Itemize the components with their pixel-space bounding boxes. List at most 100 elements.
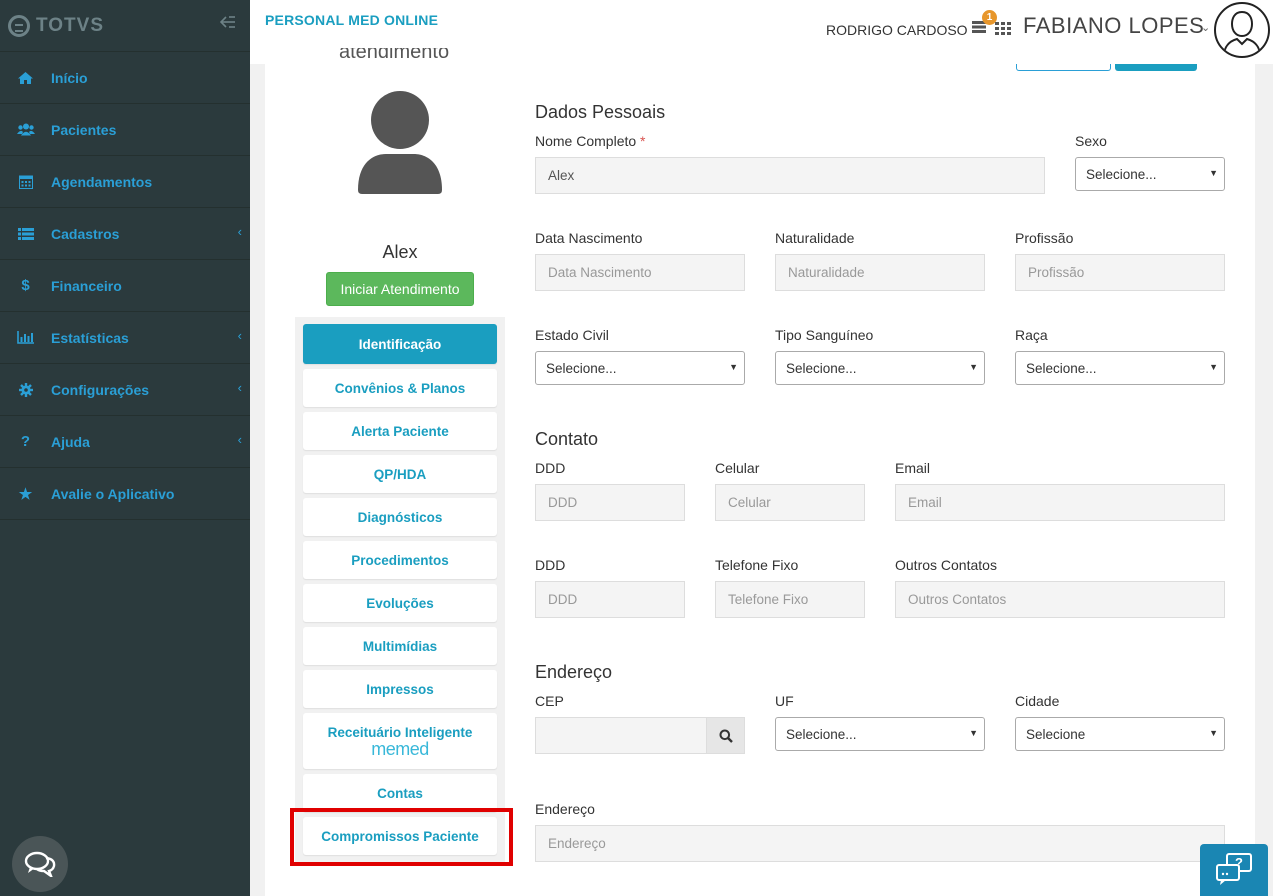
tab-label: Multimídias — [362, 638, 438, 654]
full-name-input[interactable]: Alex — [535, 157, 1045, 194]
race-label: Raça — [1015, 327, 1048, 343]
help-widget-button[interactable]: ? — [1200, 844, 1268, 896]
tab-multimidias[interactable]: Multimídias — [303, 627, 497, 665]
collapse-sidebar-icon[interactable] — [219, 15, 236, 34]
caret-down-icon: ▼ — [1209, 168, 1218, 178]
totvs-logo-icon — [8, 14, 30, 37]
ddd-input[interactable]: DDD — [535, 484, 685, 521]
patient-avatar — [356, 90, 444, 201]
blood-type-select[interactable]: Selecione... ▼ — [775, 351, 985, 385]
sidebar-item-cadastros[interactable]: Cadastros ‹ — [0, 208, 250, 260]
tab-convenios-planos[interactable]: Convênios & Planos — [303, 369, 497, 407]
user-silhouette-icon — [1223, 10, 1261, 56]
sidebar-item-label: Estatísticas — [51, 329, 129, 346]
tab-label: Convênios & Planos — [334, 380, 466, 396]
chat-button[interactable] — [12, 836, 68, 892]
tab-label: Alerta Paciente — [351, 423, 449, 439]
other-contacts-input[interactable]: Outros Contatos — [895, 581, 1225, 618]
profession-input[interactable]: Profissão — [1015, 254, 1225, 291]
totvs-logo[interactable]: TOTVS — [8, 14, 104, 37]
select-value: Selecione — [1026, 726, 1086, 742]
naturality-input[interactable]: Naturalidade — [775, 254, 985, 291]
page-title: atendimento — [339, 48, 450, 63]
secondary-action-button[interactable] — [1016, 64, 1111, 71]
tab-label: Diagnósticos — [357, 509, 443, 525]
section-title-endereco: Endereço — [535, 662, 613, 682]
tab-label: Evoluções — [366, 595, 434, 611]
tab-label: Impressos — [366, 681, 434, 697]
app-title[interactable]: PERSONAL MED ONLINE — [265, 12, 438, 28]
caret-down-icon: ▼ — [729, 362, 738, 372]
gear-icon — [0, 382, 51, 397]
current-user-menu[interactable]: FABIANO LOPES — [1023, 13, 1204, 39]
ddd-phone-input[interactable]: DDD — [535, 581, 685, 618]
phone-input[interactable]: Telefone Fixo — [715, 581, 865, 618]
secondary-user-name[interactable]: RODRIGO CARDOSO — [826, 22, 968, 38]
email-input[interactable]: Email — [895, 484, 1225, 521]
sidebar-item-avalie[interactable]: ★ Avalie o Aplicativo — [0, 468, 250, 520]
tab-label: QP/HDA — [373, 466, 427, 482]
home-icon — [0, 71, 51, 85]
cep-search-button[interactable] — [706, 717, 745, 754]
chevron-left-icon: ‹ — [237, 328, 242, 343]
chevron-left-icon: ‹ — [237, 380, 242, 395]
primary-action-button[interactable] — [1115, 64, 1197, 71]
tab-diagnosticos[interactable]: Diagnósticos — [303, 498, 497, 536]
cep-input[interactable] — [535, 717, 707, 754]
memed-logo: memed — [371, 738, 429, 759]
star-icon: ★ — [18, 485, 33, 503]
cep-label: CEP — [535, 693, 564, 709]
civil-status-select[interactable]: Selecione... ▼ — [535, 351, 745, 385]
tab-contas[interactable]: Contas — [303, 774, 497, 812]
sex-select[interactable]: Selecione... ▼ — [1075, 157, 1225, 191]
birth-date-input[interactable]: Data Nascimento — [535, 254, 745, 291]
address-input[interactable]: Endereço — [535, 825, 1225, 862]
city-select[interactable]: Selecione ▼ — [1015, 717, 1225, 751]
tab-label: Compromissos Paciente — [321, 828, 479, 844]
tab-label: Contas — [377, 785, 423, 801]
city-label: Cidade — [1015, 693, 1060, 709]
chevron-down-icon[interactable]: ⌄ — [1201, 21, 1210, 34]
tab-receituario-inteligente[interactable]: Receituário Inteligente memed — [303, 713, 497, 769]
users-icon — [0, 123, 51, 136]
tab-alerta-paciente[interactable]: Alerta Paciente — [303, 412, 497, 450]
sidebar-item-label: Avalie o Aplicativo — [51, 485, 175, 502]
tab-identificacao[interactable]: Identificação — [303, 324, 497, 364]
blood-type-label: Tipo Sanguíneo — [775, 327, 874, 343]
tab-compromissos-paciente[interactable]: Compromissos Paciente — [303, 817, 497, 855]
naturality-label: Naturalidade — [775, 230, 855, 246]
phone-label: Telefone Fixo — [715, 557, 799, 573]
tab-procedimentos[interactable]: Procedimentos — [303, 541, 497, 579]
birth-date-label: Data Nascimento — [535, 230, 643, 246]
tab-evolucoes[interactable]: Evoluções — [303, 584, 497, 622]
brand-bar: TOTVS — [0, 0, 250, 52]
section-title-dados-pessoais: Dados Pessoais — [535, 102, 666, 122]
sidebar-item-estatisticas[interactable]: Estatísticas ‹ — [0, 312, 250, 364]
sidebar-item-label: Início — [51, 69, 88, 86]
select-value: Selecione... — [546, 360, 617, 376]
question-icon: ? — [20, 433, 31, 450]
sidebar-item-financeiro[interactable]: $ Financeiro — [0, 260, 250, 312]
chat-icon — [24, 851, 56, 877]
tab-qp-hda[interactable]: QP/HDA — [303, 455, 497, 493]
list-icon — [0, 227, 51, 240]
start-appointment-button[interactable]: Iniciar Atendimento — [326, 272, 474, 306]
sidebar-item-inicio[interactable]: Início — [0, 52, 250, 104]
apps-grid-icon[interactable] — [995, 22, 1011, 40]
chevron-left-icon: ‹ — [237, 432, 242, 447]
user-avatar[interactable] — [1214, 2, 1270, 58]
tab-impressos[interactable]: Impressos — [303, 670, 497, 708]
select-value: Selecione... — [786, 360, 857, 376]
race-select[interactable]: Selecione... ▼ — [1015, 351, 1225, 385]
sidebar-item-agendamentos[interactable]: Agendamentos — [0, 156, 250, 208]
sidebar-item-configuracoes[interactable]: Configurações ‹ — [0, 364, 250, 416]
select-value: Selecione... — [786, 726, 857, 742]
caret-down-icon: ▼ — [969, 362, 978, 372]
sidebar-item-ajuda[interactable]: ? Ajuda ‹ — [0, 416, 250, 468]
section-title-contato: Contato — [535, 429, 599, 449]
sidebar-item-label: Cadastros — [51, 225, 120, 242]
cell-label: Celular — [715, 460, 760, 476]
sidebar-item-pacientes[interactable]: Pacientes — [0, 104, 250, 156]
uf-select[interactable]: Selecione... ▼ — [775, 717, 985, 751]
cell-input[interactable]: Celular — [715, 484, 865, 521]
